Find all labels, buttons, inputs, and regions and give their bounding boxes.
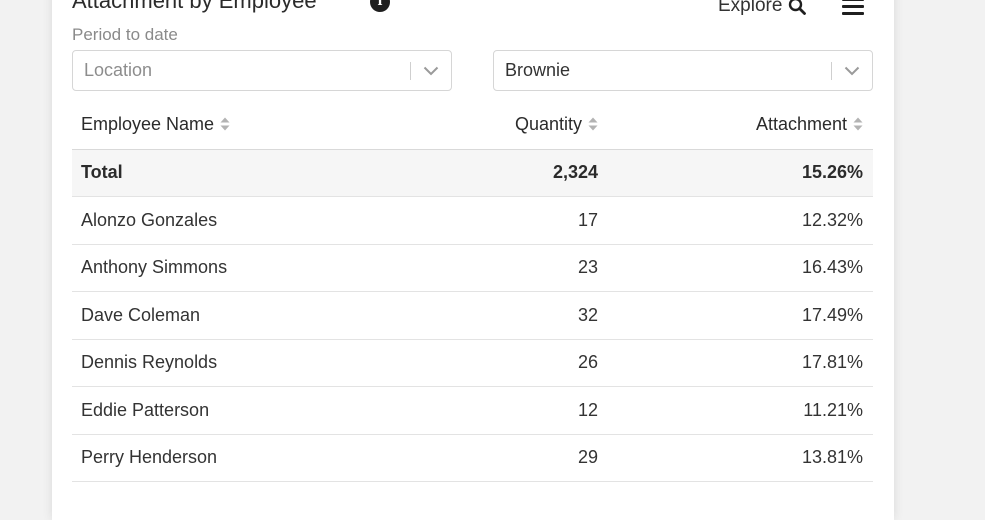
total-label: Total bbox=[72, 149, 402, 197]
quantity-cell: 29 bbox=[402, 434, 598, 482]
employee-name: Alonzo Gonzales bbox=[72, 196, 402, 245]
location-placeholder: Location bbox=[84, 60, 153, 80]
employee-name: Dave Coleman bbox=[72, 291, 402, 340]
table-row[interactable]: Eddie Patterson 12 11.21% bbox=[72, 386, 873, 435]
search-icon bbox=[788, 0, 807, 15]
attachment-cell: 17.49% bbox=[598, 291, 873, 340]
table-row[interactable]: Anthony Simmons 23 16.43% bbox=[72, 244, 873, 292]
employee-attachment-table: Employee Name Quantity Attachment Total … bbox=[72, 101, 873, 482]
quantity-cell: 32 bbox=[402, 291, 598, 340]
total-quantity: 2,324 bbox=[402, 149, 598, 197]
sort-icon[interactable] bbox=[220, 117, 230, 131]
widget-title: Attachment by Employee bbox=[72, 0, 317, 13]
table-row[interactable]: Dave Coleman 32 17.49% bbox=[72, 291, 873, 340]
sort-icon[interactable] bbox=[588, 117, 598, 131]
column-header-attachment[interactable]: Attachment bbox=[598, 101, 873, 150]
attachment-widget-card: Attachment by Employee i Explore Period … bbox=[52, 0, 894, 520]
employee-name: Eddie Patterson bbox=[72, 386, 402, 435]
explore-button[interactable]: Explore bbox=[718, 0, 807, 17]
info-icon[interactable]: i bbox=[370, 0, 390, 12]
column-header-employee-name[interactable]: Employee Name bbox=[72, 101, 402, 150]
table-header-row: Employee Name Quantity Attachment bbox=[72, 101, 873, 150]
attachment-cell: 17.81% bbox=[598, 339, 873, 387]
period-subtitle: Period to date bbox=[72, 25, 178, 44]
location-select[interactable]: Location bbox=[72, 50, 452, 91]
total-attachment: 15.26% bbox=[598, 149, 873, 197]
sort-icon[interactable] bbox=[853, 117, 863, 131]
table-row[interactable]: Alonzo Gonzales 17 12.32% bbox=[72, 196, 873, 245]
attachment-cell: 13.81% bbox=[598, 434, 873, 482]
chevron-down-icon[interactable] bbox=[832, 51, 872, 90]
table-row[interactable]: Dennis Reynolds 26 17.81% bbox=[72, 339, 873, 387]
explore-label: Explore bbox=[718, 0, 783, 16]
total-row: Total 2,324 15.26% bbox=[72, 149, 873, 197]
chevron-down-icon[interactable] bbox=[411, 51, 451, 90]
column-header-quantity[interactable]: Quantity bbox=[402, 101, 598, 150]
table-row[interactable]: Perry Henderson 29 13.81% bbox=[72, 434, 873, 482]
quantity-cell: 26 bbox=[402, 339, 598, 387]
employee-name: Anthony Simmons bbox=[72, 244, 402, 292]
product-value: Brownie bbox=[505, 60, 571, 80]
attachment-cell: 16.43% bbox=[598, 244, 873, 292]
product-select[interactable]: Brownie bbox=[493, 50, 873, 91]
attachment-cell: 12.32% bbox=[598, 196, 873, 245]
employee-name: Perry Henderson bbox=[72, 434, 402, 482]
quantity-cell: 17 bbox=[402, 196, 598, 245]
attachment-cell: 11.21% bbox=[598, 386, 873, 435]
employee-name: Dennis Reynolds bbox=[72, 339, 402, 387]
quantity-cell: 12 bbox=[402, 386, 598, 435]
hamburger-menu-icon[interactable] bbox=[842, 0, 864, 16]
quantity-cell: 23 bbox=[402, 244, 598, 292]
